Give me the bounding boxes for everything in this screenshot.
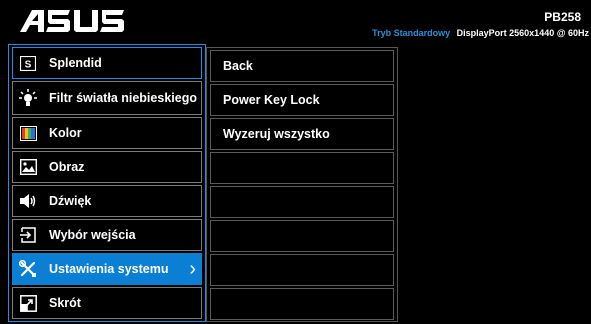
status-line: Tryb Standardowy DisplayPort 2560x1440 @… <box>372 28 589 38</box>
menu-item-image[interactable]: Obraz <box>12 151 202 183</box>
wrench-screwdriver-icon <box>19 260 37 278</box>
input-info: DisplayPort 2560x1440 @ 60Hz <box>456 28 589 38</box>
speaker-icon <box>19 192 37 210</box>
asus-logo <box>20 10 124 32</box>
menu-item-sound[interactable]: Dźwięk <box>12 185 202 217</box>
menu-item-label: Skrót <box>49 296 81 310</box>
model-name: PB258 <box>544 10 581 24</box>
svg-text:S: S <box>25 59 32 70</box>
chevron-right-icon: › <box>189 258 196 280</box>
menu-item-label: Ustawienia systemu <box>49 262 169 276</box>
menu-item-label: Splendid <box>49 56 102 70</box>
submenu-item-reset-all[interactable]: Wyzeruj wszystko <box>210 118 394 150</box>
blue-light-bulb-icon <box>19 89 37 107</box>
osd-screen: PB258 Tryb Standardowy DisplayPort 2560x… <box>0 0 591 324</box>
menu-item-label: Kolor <box>49 126 82 140</box>
menu-item-label: Obraz <box>49 160 85 174</box>
submenu-item-empty <box>210 288 394 320</box>
submenu-item-empty <box>210 186 394 218</box>
menu-item-blue-light-filter[interactable]: Filtr światła niebieskiego <box>12 81 202 115</box>
menu-item-label: Dźwięk <box>49 194 92 208</box>
submenu-item-empty <box>210 254 394 286</box>
menu-item-splendid[interactable]: S Splendid <box>12 47 202 79</box>
submenu-item-back[interactable]: Back <box>210 50 394 82</box>
submenu-item-empty <box>210 220 394 252</box>
sub-menu: Back Power Key Lock Wyzeruj wszystko <box>210 50 394 322</box>
main-menu: S Splendid Filtr światła niebieskiego Ko… <box>12 47 202 321</box>
submenu-item-power-key-lock[interactable]: Power Key Lock <box>210 84 394 116</box>
menu-item-label: Wybór wejścia <box>49 228 136 242</box>
menu-item-shortcut[interactable]: Skrót <box>12 287 202 319</box>
menu-item-color[interactable]: Kolor <box>12 117 202 149</box>
menu-item-system-setup[interactable]: Ustawienia systemu › <box>12 253 202 285</box>
mode-label: Tryb Standardowy <box>372 28 451 38</box>
submenu-item-empty <box>210 152 394 184</box>
image-icon <box>19 158 37 176</box>
input-select-icon <box>19 226 37 244</box>
color-bars-icon <box>19 124 37 142</box>
splendid-s-icon: S <box>19 54 37 72</box>
menu-item-input-select[interactable]: Wybór wejścia <box>12 219 202 251</box>
menu-item-label: Filtr światła niebieskiego <box>49 91 197 105</box>
shortcut-icon <box>19 294 37 312</box>
